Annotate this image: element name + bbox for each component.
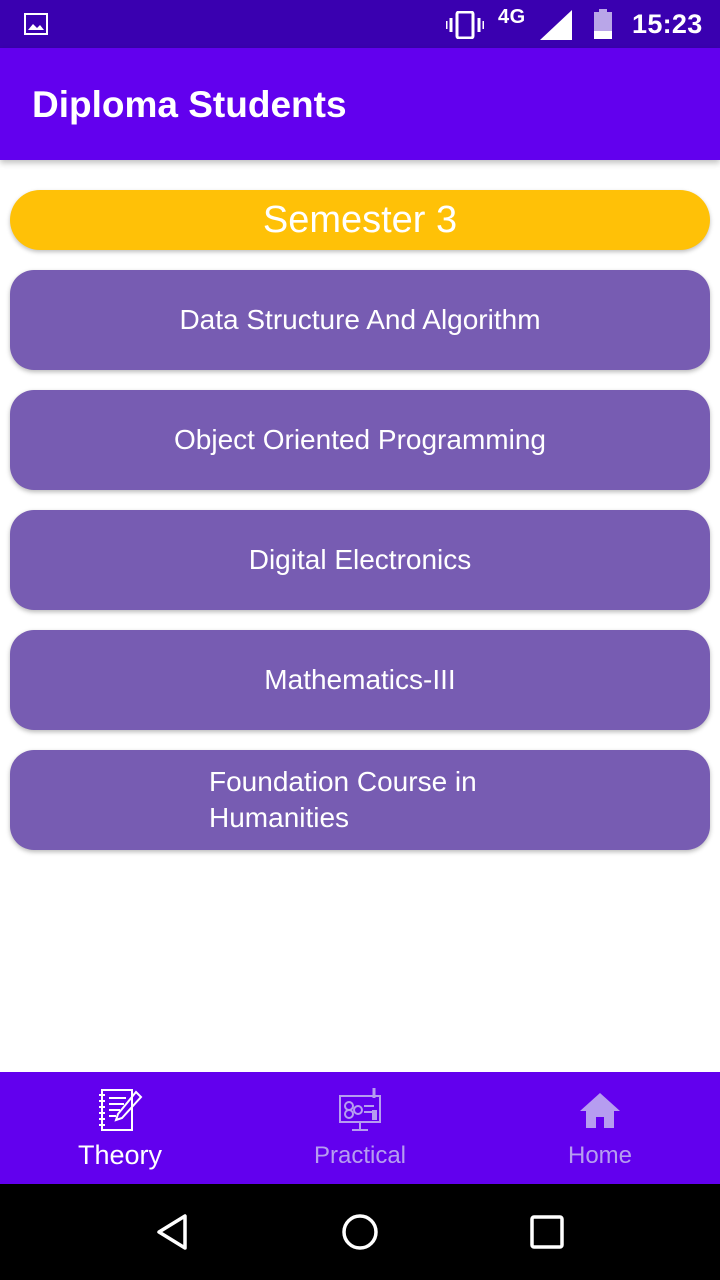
subject-label: Data Structure And Algorithm [179,304,541,335]
back-icon [157,1214,188,1250]
system-recents-button[interactable] [517,1202,577,1262]
semester-header: Semester 3 [10,190,710,250]
nav-label-theory: Theory [77,1140,163,1170]
nav-tab-practical[interactable]: Practical [240,1072,480,1184]
subject-label: Object Oriented Programming [174,424,546,455]
subject-button-digital-electronics[interactable]: Digital Electronics [10,510,710,610]
recents-icon [529,1215,564,1249]
presentation-board-icon [339,1088,381,1131]
clock: 15:23 [632,9,703,39]
battery-icon [594,9,612,39]
subject-button-mathematics[interactable]: Mathematics-III [10,630,710,730]
app-title: Diploma Students [32,84,347,125]
bottom-navigation: Theory Practical Home [0,1072,720,1184]
subject-label: Digital Electronics [248,544,472,575]
nav-tab-theory[interactable]: Theory [0,1072,240,1184]
app-bar: Diploma Students [0,48,720,160]
system-navigation-bar [0,1184,720,1280]
status-bar: 4G 15:23 [0,0,720,48]
home-icon [580,1093,620,1128]
subject-label: Mathematics-III [264,664,456,695]
notebook-pencil-icon [99,1089,143,1131]
semester-label: Semester 3 [262,198,458,241]
home-circle-icon [342,1214,378,1250]
signal-icon [540,10,572,40]
subject-button-humanities[interactable]: Foundation Course in Humanities [10,750,710,850]
nav-label-home: Home [567,1142,633,1169]
nav-tab-home[interactable]: Home [480,1072,720,1184]
vibrate-icon [446,11,484,39]
subject-label: Foundation Course in Humanities [209,766,477,833]
gallery-icon [24,13,48,35]
nav-label-practical: Practical [313,1142,407,1169]
subject-button-oop[interactable]: Object Oriented Programming [10,390,710,490]
subject-button-data-structure[interactable]: Data Structure And Algorithm [10,270,710,370]
system-back-button[interactable] [143,1202,203,1262]
system-home-button[interactable] [330,1202,390,1262]
network-type-label: 4G [498,6,526,28]
